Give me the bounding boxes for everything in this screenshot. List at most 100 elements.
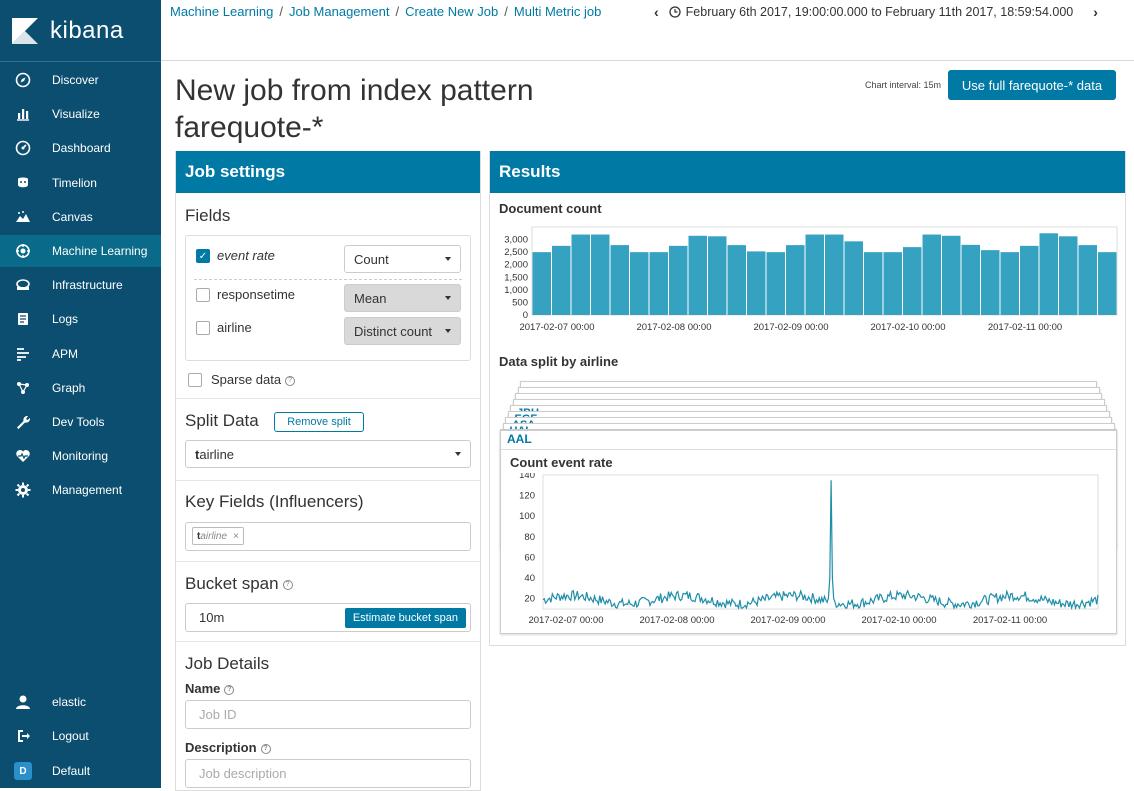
nav-item-label: Discover [52,73,99,87]
count-bar [591,234,610,315]
divider [176,561,480,562]
x-tick-label: 2017-02-09 00:00 [753,322,828,333]
x-tick-label: 2017-02-08 00:00 [636,322,711,333]
count-bar [922,234,941,315]
nav-item-machine-learning[interactable]: Machine Learning [0,235,161,267]
nav-item-infrastructure[interactable]: Infrastructure [0,269,161,301]
nav-item-management[interactable]: Management [0,474,161,506]
results-panel: Results Document count 3,000 2,500 2,000 1,… [489,151,1126,646]
airline-card-aal[interactable]: AAL Count event rate 140 120 100 80 60 40 20 20… [500,430,1117,634]
document-count-chart: 3,0002,500 2,0001,500 1,000500 02017-02-07 … [504,226,1118,333]
count-bar [1000,252,1019,315]
graph-icon [14,379,32,397]
job-id-input[interactable]: Job ID [185,700,471,729]
nav-item-label: Logs [52,312,79,326]
time-range-text[interactable]: February 6th 2017, 19:00:00.000 to Febru… [686,5,1074,19]
event-rate-agg-select[interactable]: Count [344,245,461,273]
sparse-data-label: Sparse data? [211,372,296,387]
use-full-data-button[interactable]: Use full farequote-* data [948,70,1116,100]
nav-item-canvas[interactable]: Canvas [0,201,161,233]
help-icon: ? [285,375,296,386]
nav-item-discover[interactable]: Discover [0,64,161,96]
nav-item-label: Machine Learning [52,244,148,258]
close-icon[interactable]: × [233,531,239,542]
time-prev-icon[interactable]: ‹ [654,4,659,20]
x-tick-label: 2017-02-11 00:00 [973,615,1047,626]
count-event-rate-title: Count event rate [510,455,613,470]
nav-item-dev-tools[interactable]: Dev Tools [0,406,161,438]
y-tick-label: 500 [512,297,528,308]
data-split-title: Data split by airline [499,354,619,369]
airline-agg-select[interactable]: Distinct count [344,317,461,345]
count-bar [942,235,961,315]
responsetime-checkbox[interactable] [196,288,210,302]
estimate-bucket-span-button[interactable]: Estimate bucket span [344,608,466,628]
chevron-down-icon [455,452,461,456]
nav-item-timelion[interactable]: Timelion [0,167,161,199]
nav-item-space[interactable]: D Default [0,755,161,787]
count-bar [903,247,922,315]
breadcrumb-create-new-job[interactable]: Create New Job [405,4,498,19]
count-event-rate-chart: 140 120 100 80 60 40 20 2017-02-07 00:00 2017-02… [519,473,1099,626]
document-count-title: Document count [499,201,602,216]
top-bar: Machine Learning / Job Management / Create N… [161,0,1134,61]
split-field-select[interactable]: t airline [185,440,471,468]
nav-item-label: Monitoring [52,449,109,463]
job-description-input[interactable]: Job description [185,759,471,788]
count-bar [981,250,1000,315]
nav-item-label: Canvas [52,210,93,224]
nav-item-label: APM [52,347,79,361]
nav-item-label: Management [52,483,123,497]
nav-item-label: Dashboard [52,141,111,155]
help-icon: ? [224,684,235,695]
count-bar [1039,233,1058,315]
chevron-down-icon [445,296,451,300]
breadcrumb-job-management[interactable]: Job Management [289,4,389,19]
nav-item-logs[interactable]: Logs [0,303,161,335]
count-bar [825,234,844,315]
x-tick-label: 2017-02-09 00:00 [750,615,825,626]
event-rate-checkbox[interactable]: ✓ [196,249,210,263]
machine-learning-icon [14,242,32,260]
y-tick-label: 1,500 [504,272,528,283]
space-avatar: D [14,762,32,780]
brand-name: kibana [50,16,124,44]
nav-item-user[interactable]: elastic [0,686,161,718]
y-tick-label: 140 [519,473,535,481]
sparse-data-checkbox[interactable] [188,373,202,387]
nav-item-apm[interactable]: APM [0,338,161,370]
x-tick-label: 2017-02-08 00:00 [639,615,714,626]
remove-split-button[interactable]: Remove split [274,412,364,432]
kibana-logo-icon [12,17,38,44]
responsetime-agg-select[interactable]: Mean [344,284,461,312]
y-tick-label: 2,500 [504,247,528,258]
y-tick-label: 20 [524,594,535,605]
airline-checkbox[interactable] [196,321,210,335]
infrastructure-icon [14,276,32,294]
airline-card-label: AAL [507,432,532,446]
time-next-icon[interactable]: › [1093,4,1098,20]
nav-logout-label: Logout [52,729,89,743]
kibana-logo[interactable]: kibana [0,0,161,62]
name-label: Name? [185,681,235,696]
bucket-span-input[interactable]: 10m Estimate bucket span [185,603,471,632]
nav-item-dashboard[interactable]: Dashboard [0,132,161,164]
nav-item-visualize[interactable]: Visualize [0,98,161,130]
gear-icon [14,481,32,499]
count-bar [961,244,980,315]
influencers-combobox[interactable]: t airline × [185,522,471,551]
nav-item-monitoring[interactable]: Monitoring [0,440,161,472]
logs-icon [14,310,32,328]
nav-item-graph[interactable]: Graph [0,372,161,404]
count-bar [786,245,805,315]
description-label: Description? [185,740,271,755]
breadcrumb-machine-learning[interactable]: Machine Learning [170,4,273,19]
x-tick-label: 2017-02-07 00:00 [519,322,594,333]
y-tick-label: 80 [524,532,535,543]
nav-item-logout[interactable]: Logout [0,720,161,752]
timelion-icon [14,174,32,192]
airline-label: airline [217,320,252,335]
nav-space-label: Default [52,764,91,778]
breadcrumb-multi-metric-job[interactable]: Multi Metric job [514,4,601,19]
chevron-down-icon [445,257,451,261]
